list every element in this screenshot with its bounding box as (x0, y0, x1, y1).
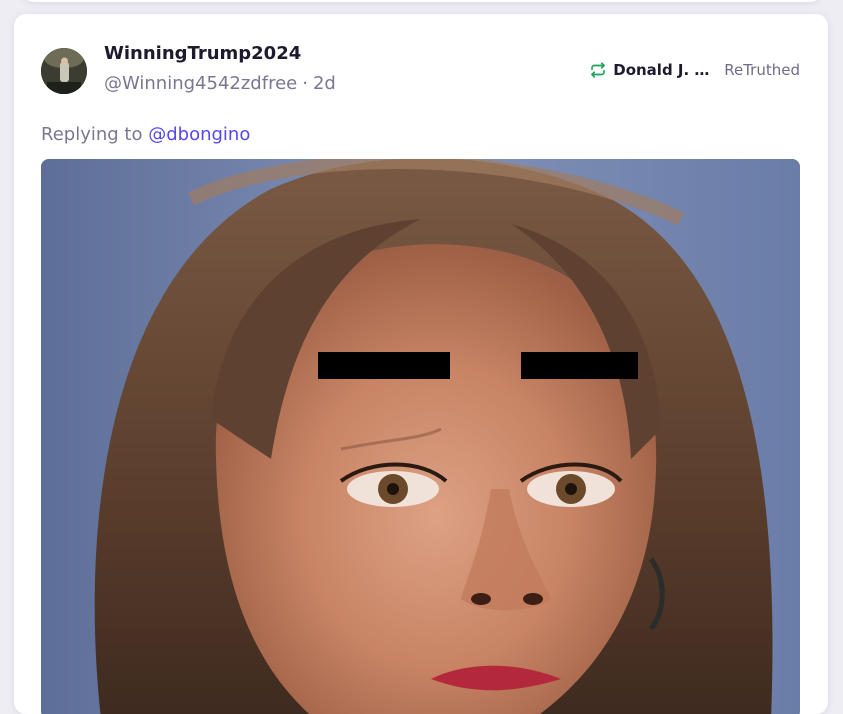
mention-link[interactable]: @dbongino (148, 124, 250, 145)
previous-post-card-edge (22, 0, 822, 2)
face-photo (41, 159, 800, 714)
retruth-icon (591, 62, 606, 78)
post-media-image[interactable] (41, 159, 800, 714)
display-name[interactable]: WinningTrump2024 (104, 43, 301, 64)
handle-row: @Winning4542zdfree · 2d (104, 73, 336, 94)
separator-dot: · (302, 73, 308, 94)
user-handle[interactable]: @Winning4542zdfree (104, 73, 297, 94)
avatar[interactable] (41, 48, 87, 94)
retruth-user-name[interactable]: Donald J. Trump (613, 61, 715, 79)
post-timestamp[interactable]: 2d (313, 73, 336, 94)
replying-to-prefix: Replying to (41, 124, 143, 145)
retruth-indicator[interactable]: Donald J. Trump ReTruthed (589, 61, 800, 79)
replying-to: Replying to @dbongino (41, 124, 250, 145)
avatar-image (41, 48, 87, 94)
retruth-label: ReTruthed (724, 61, 800, 79)
post-card[interactable]: WinningTrump2024 @Winning4542zdfree · 2d D… (14, 14, 828, 714)
